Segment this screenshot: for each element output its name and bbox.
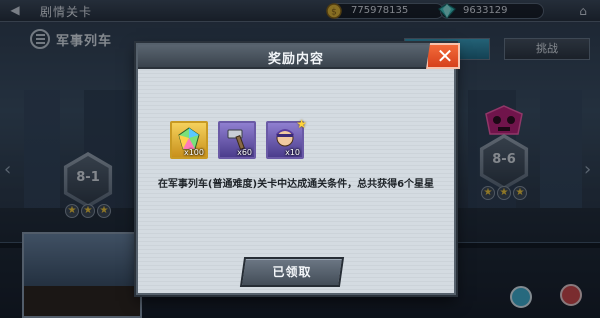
- reward-item[interactable]: x100: [170, 121, 208, 159]
- close-button[interactable]: ✕: [426, 43, 460, 69]
- reward-quantity: x10: [285, 148, 300, 157]
- star-icon: ★: [296, 117, 307, 131]
- reward-quantity: x60: [237, 148, 252, 157]
- dialog-title: 奖励内容: [267, 52, 324, 67]
- reward-item[interactable]: x60: [218, 121, 256, 159]
- close-icon: ✕: [436, 44, 454, 68]
- reward-dialog: 奖励内容 ✕ x100 x60 ★ x10 在军事列车(普通难度)关卡中达成通关…: [136, 43, 460, 295]
- reward-quantity: x100: [183, 148, 204, 157]
- claimed-button[interactable]: 已领取: [239, 257, 345, 287]
- reward-item[interactable]: ★ x10: [266, 117, 307, 159]
- claimed-button-label: 已领取: [272, 265, 312, 279]
- dialog-body: x100 x60 ★ x10 在军事列车(普通难度)关卡中达成通关条件，总共获得…: [138, 71, 454, 293]
- dialog-header: 奖励内容: [138, 45, 454, 69]
- reward-description: 在军事列车(普通难度)关卡中达成通关条件，总共获得6个星星: [157, 179, 435, 190]
- reward-list: x100 x60 ★ x10: [170, 117, 307, 159]
